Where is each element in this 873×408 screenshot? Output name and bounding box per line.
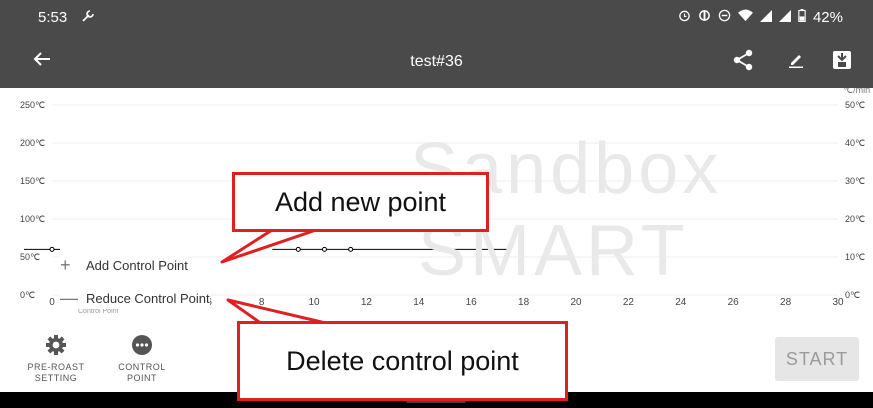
x-tick-label: 16: [466, 297, 478, 308]
reduce-control-point-menu-item[interactable]: — Reduce Control Point: [60, 286, 210, 310]
wifi-icon: [738, 9, 753, 26]
data-saver-icon: [698, 9, 711, 26]
share-icon[interactable]: [733, 49, 753, 76]
y-tick-label: 50℃: [20, 252, 40, 262]
x-tick-label: 24: [675, 297, 687, 308]
add-control-point-label: Add Control Point: [86, 257, 188, 273]
pre-roast-label-1: PRE-ROAST: [27, 362, 85, 372]
y2-tick-label: 40℃: [845, 138, 865, 148]
save-icon[interactable]: [832, 50, 852, 75]
start-button[interactable]: START: [775, 337, 859, 381]
reduce-control-point-label: Reduce Control Point: [86, 290, 210, 306]
y-tick-label: 0℃: [20, 290, 35, 300]
pre-roast-label-2: SETTING: [34, 373, 78, 383]
x-tick-label: 18: [518, 297, 530, 308]
wrench-icon: [80, 8, 96, 29]
gear-icon: [26, 334, 86, 358]
edit-icon[interactable]: [788, 52, 804, 73]
x-tick-label: 14: [413, 297, 425, 308]
add-control-point-menu-item[interactable]: + Add Control Point: [60, 252, 188, 278]
control-point-marker: [321, 246, 327, 252]
control-point-marker: [49, 246, 55, 252]
x-tick-label: 8: [259, 297, 265, 308]
status-time: 5:53: [38, 9, 68, 26]
hidden-label: Control Point: [78, 309, 119, 315]
control-point-icon: [112, 334, 172, 358]
y-tick-label: 150℃: [20, 176, 45, 186]
y-tick-label: 100℃: [20, 214, 45, 224]
y2-tick-label: 0℃: [845, 290, 860, 300]
y2-unit-label: ℃/min: [843, 88, 870, 95]
signal-icon: [778, 9, 791, 26]
x-tick-label: 28: [780, 297, 792, 308]
battery-percent: 42%: [812, 9, 843, 26]
app-bar: test#36: [0, 36, 873, 88]
control-point-label-1: CONTROL: [118, 362, 166, 372]
x-tick-label: 20: [570, 297, 582, 308]
signal-icon: [759, 9, 772, 26]
arrow-back-icon[interactable]: [32, 48, 52, 76]
control-point-button[interactable]: CONTROL POINT: [112, 334, 172, 384]
y2-tick-label: 20℃: [845, 214, 865, 224]
y2-tick-label: 30℃: [845, 176, 865, 186]
battery-icon: [798, 9, 806, 26]
control-point-marker: [295, 246, 301, 252]
x-tick-label: 10: [308, 297, 320, 308]
dnd-icon: [718, 9, 731, 26]
x-tick-label: 26: [728, 297, 740, 308]
minus-icon: —: [60, 287, 78, 308]
y-tick-label: 250℃: [20, 100, 45, 110]
x-tick-label: 12: [361, 297, 373, 308]
status-bar: 5:53 42%: [0, 0, 873, 36]
y-tick-label: 200℃: [20, 138, 45, 148]
control-point-label-2: POINT: [126, 373, 157, 383]
callout-add-new-point: Add new point: [232, 172, 489, 232]
callout-delete-control-point: Delete control point: [237, 321, 568, 401]
y2-tick-label: 10℃: [845, 252, 865, 262]
x-tick-label: 30: [832, 297, 844, 308]
x-tick-label: 22: [623, 297, 635, 308]
control-point-marker: [348, 246, 354, 252]
plus-icon: +: [60, 254, 71, 275]
alarm-icon: [678, 9, 691, 26]
x-tick-label: 0: [49, 297, 55, 308]
y2-tick-label: 50℃: [845, 100, 865, 110]
pre-roast-setting-button[interactable]: PRE-ROAST SETTING: [26, 334, 86, 384]
